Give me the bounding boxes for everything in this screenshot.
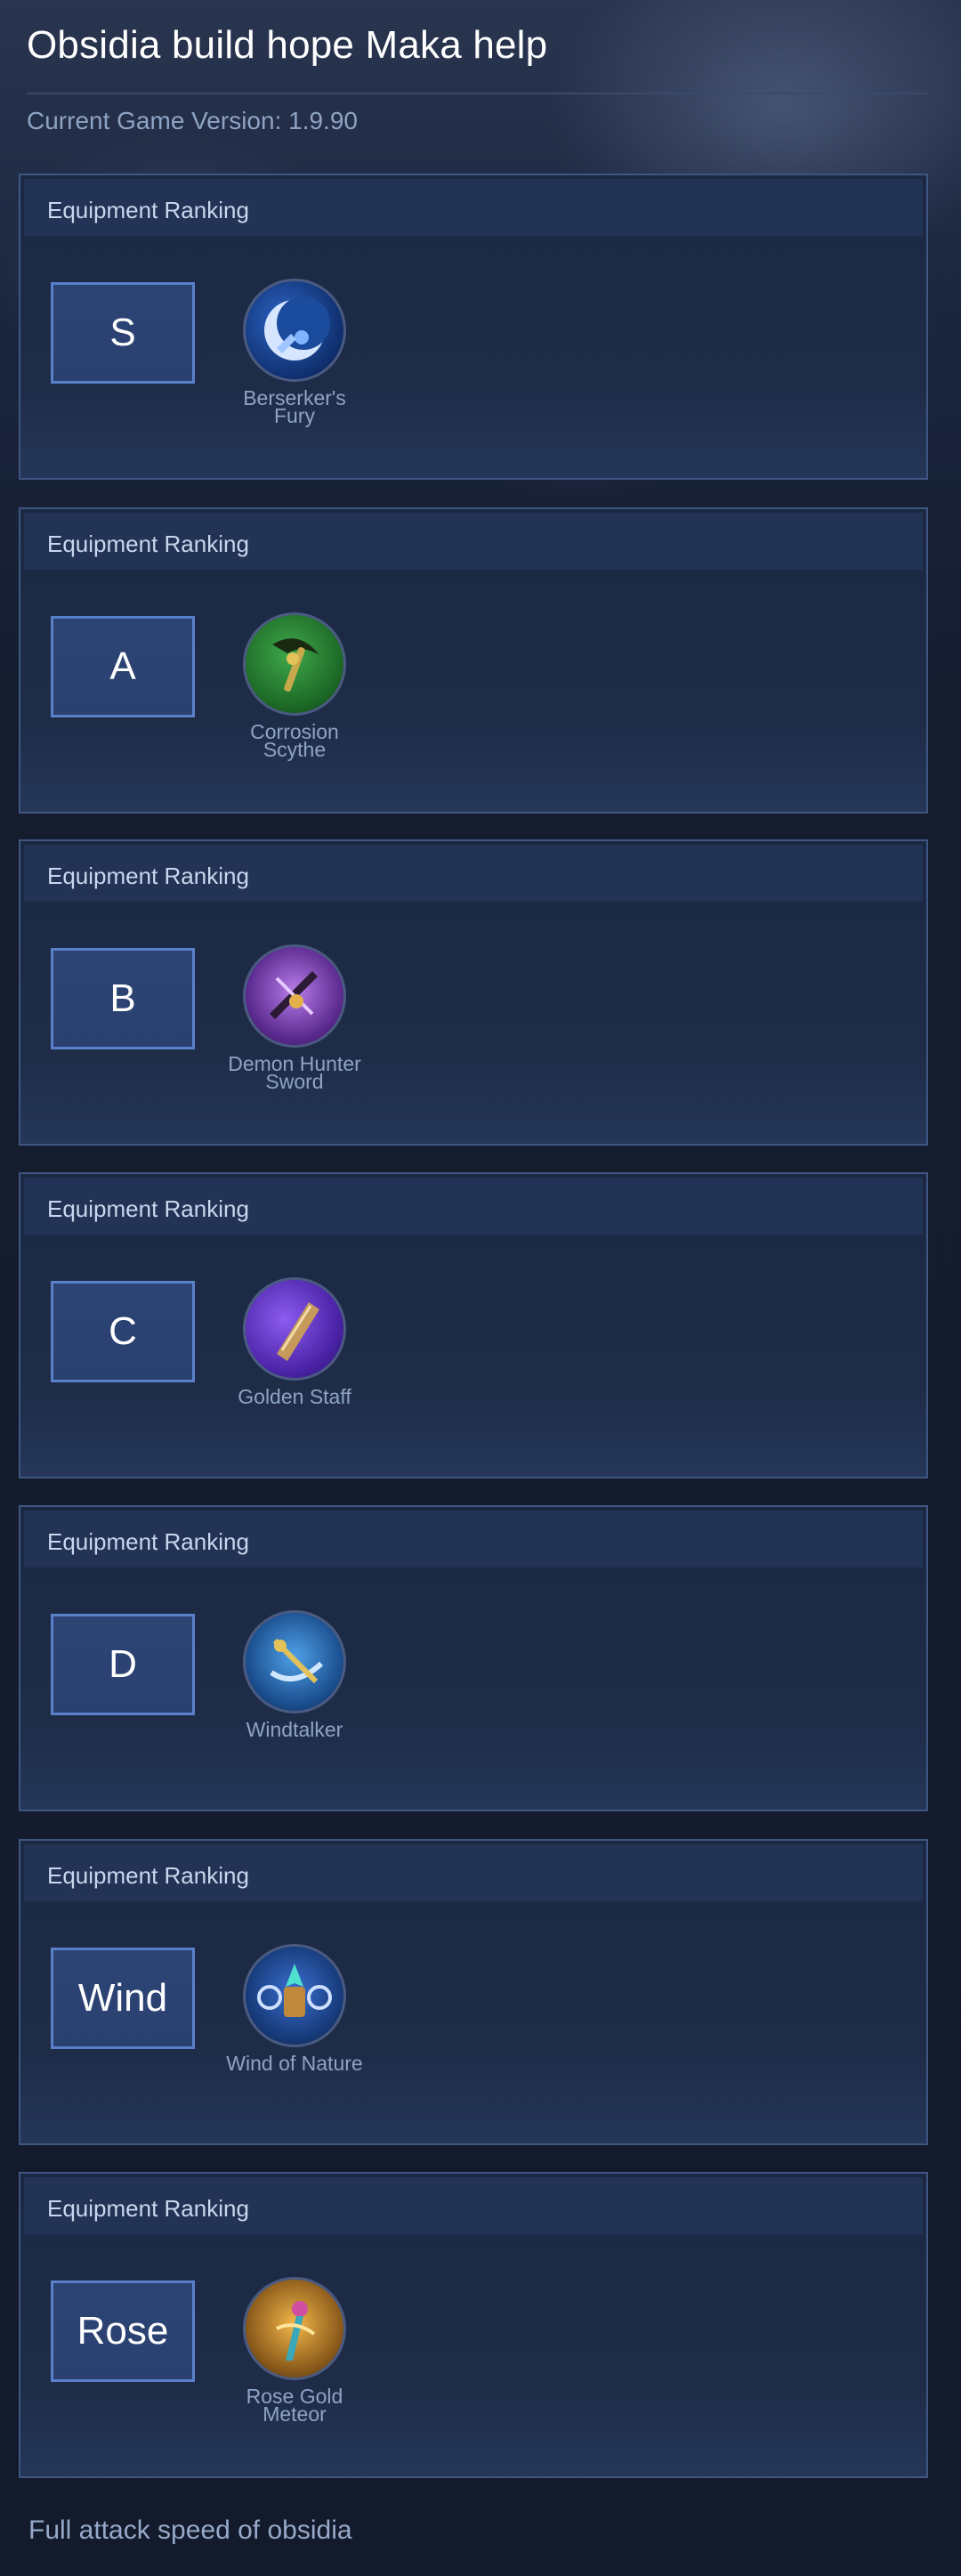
item-card[interactable]: Demon Hunter Sword (222, 944, 367, 1093)
item-name: Corrosion Scythe (250, 720, 339, 761)
item-card[interactable]: Golden Staff (222, 1277, 367, 1408)
section-header: Equipment Ranking (24, 845, 923, 902)
meteor-icon (243, 2277, 346, 2380)
section-title: Equipment Ranking (47, 863, 249, 889)
crescent-moon-icon (243, 279, 346, 382)
item-card[interactable]: Rose Gold Meteor (222, 2277, 367, 2426)
page: Obsidia build hope Maka help Current Gam… (0, 0, 961, 2576)
section-header: Equipment Ranking (24, 1511, 923, 1567)
section-title: Equipment Ranking (47, 1528, 249, 1555)
ranking-section-s: Equipment Ranking S Berserker's Fury (19, 174, 928, 480)
item-card[interactable]: Berserker's Fury (222, 279, 367, 427)
page-title: Obsidia build hope Maka help (27, 23, 548, 67)
section-title: Equipment Ranking (47, 2195, 249, 2222)
section-header: Equipment Ranking (24, 513, 923, 570)
build-description: Full attack speed of obsidia (28, 2515, 352, 2545)
section-title: Equipment Ranking (47, 531, 249, 557)
staff-icon (243, 1277, 346, 1381)
section-header: Equipment Ranking (24, 179, 923, 236)
item-card[interactable]: Wind of Nature (222, 1944, 367, 2075)
tier-badge: B (51, 948, 195, 1049)
item-name: Demon Hunter Sword (228, 1052, 361, 1093)
item-card[interactable]: Corrosion Scythe (222, 612, 367, 761)
ranking-section-b: Equipment Ranking B Demon Hunter Sword (19, 839, 928, 1146)
item-name: Rose Gold Meteor (246, 2385, 343, 2426)
sword-icon (243, 944, 346, 1048)
title-divider (27, 93, 927, 94)
tier-badge: Wind (51, 1948, 195, 2049)
tier-badge: A (51, 616, 195, 717)
section-header: Equipment Ranking (24, 2177, 923, 2234)
ranking-section-c: Equipment Ranking C Golden Staff (19, 1172, 928, 1478)
game-version: Current Game Version: 1.9.90 (27, 107, 358, 134)
windtalker-icon (243, 1610, 346, 1713)
item-name: Windtalker (246, 1718, 343, 1741)
section-header: Equipment Ranking (24, 1178, 923, 1235)
ranking-section-a: Equipment Ranking A Corrosion Scythe (19, 507, 928, 814)
section-title: Equipment Ranking (47, 197, 249, 223)
ranking-section-wind: Equipment Ranking Wind Wind of Nature (19, 1839, 928, 2145)
section-header: Equipment Ranking (24, 1844, 923, 1901)
ranking-section-rose: Equipment Ranking Rose Rose Gold Meteor (19, 2172, 928, 2478)
scythe-icon (243, 612, 346, 716)
tier-badge: Rose (51, 2280, 195, 2382)
tier-badge: D (51, 1614, 195, 1715)
item-name: Berserker's Fury (243, 386, 346, 427)
wind-of-nature-icon (243, 1944, 346, 2047)
section-title: Equipment Ranking (47, 1862, 249, 1889)
item-name: Golden Staff (238, 1385, 351, 1408)
item-card[interactable]: Windtalker (222, 1610, 367, 1741)
section-title: Equipment Ranking (47, 1195, 249, 1222)
tier-badge: C (51, 1281, 195, 1382)
item-name: Wind of Nature (226, 2052, 363, 2075)
ranking-section-d: Equipment Ranking D Windtalker (19, 1505, 928, 1811)
tier-badge: S (51, 282, 195, 384)
